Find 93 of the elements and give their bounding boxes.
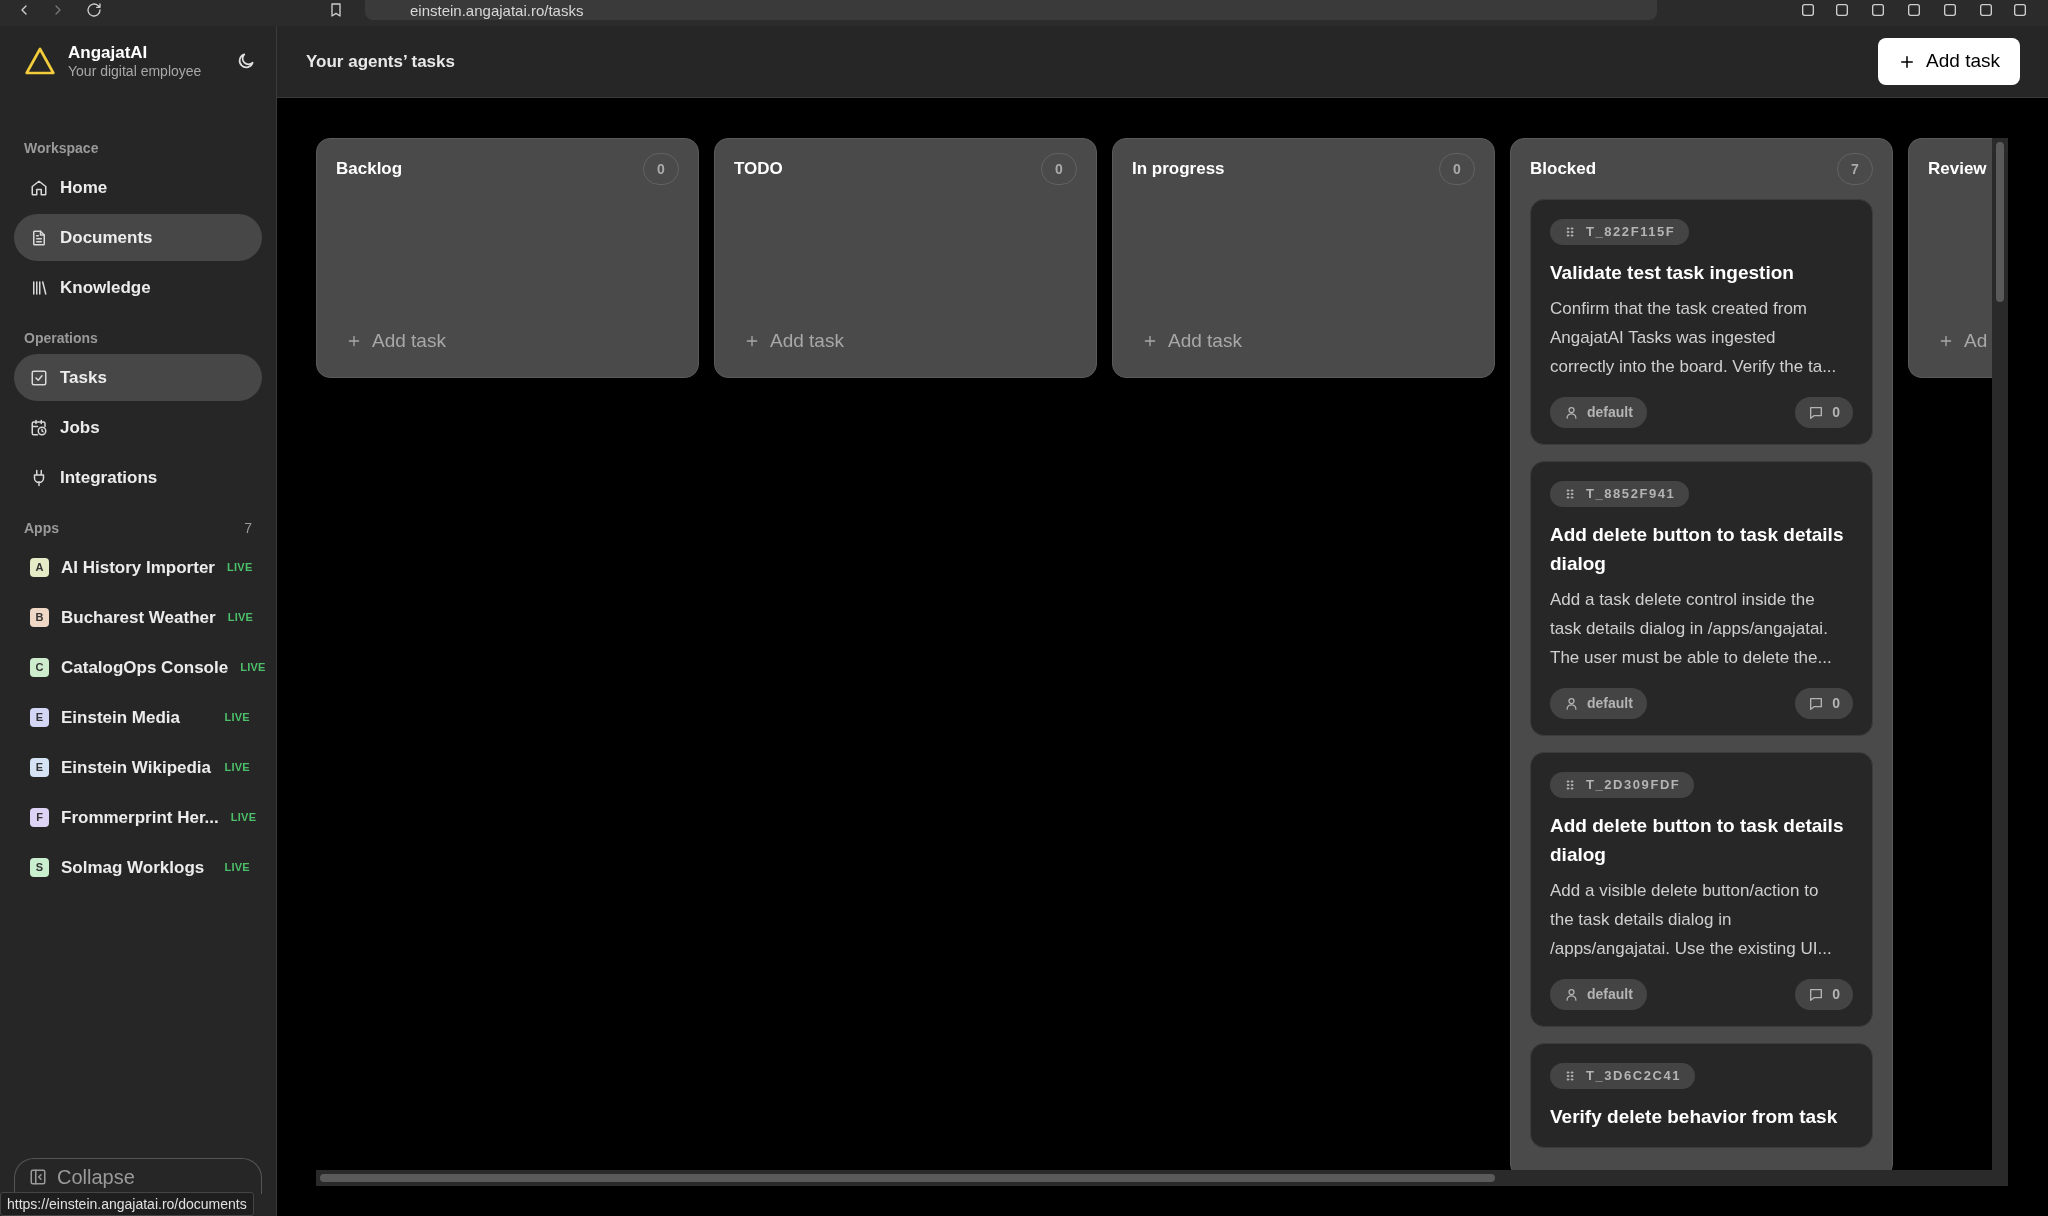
nav-item[interactable]: Tasks	[14, 354, 262, 401]
task-card[interactable]: T_2D309FDF Add delete button to task details dialog Add a visible delete button/action to the task details dialog in /apps/angajatai. Use the existing UI... default 0	[1530, 752, 1873, 1027]
panel-collapse-icon	[29, 1167, 47, 1186]
live-status: LIVE	[224, 760, 250, 776]
live-status: LIVE	[227, 610, 254, 626]
vertical-scrollbar[interactable]	[1992, 138, 2008, 1170]
comment-count: 0	[1795, 397, 1853, 428]
app-letter-badge: E	[30, 758, 49, 777]
moon-icon	[236, 51, 256, 71]
add-task-button[interactable]: Add task	[1878, 38, 2020, 85]
brand-tagline: Your digital employee	[68, 62, 203, 81]
app-item[interactable]: F Frommerprint Her... LIVE	[14, 794, 262, 841]
column-title: In progress	[1132, 158, 1225, 181]
task-id-tag: T_3D6C2C41	[1550, 1063, 1696, 1089]
task-id-tag: T_822F115F	[1550, 219, 1690, 245]
column-title: Backlog	[336, 158, 403, 181]
task-id-tag: T_8852F941	[1550, 481, 1690, 507]
add-task-link[interactable]: Add task	[336, 321, 446, 361]
live-status: LIVE	[224, 860, 250, 876]
task-card[interactable]: T_8852F941 Add delete button to task details dialog Add a task delete control inside the task details dialog in /apps/angajatai. The user must be able to delete the... default 0	[1530, 461, 1873, 736]
app-item[interactable]: A AI History Importer LIVE	[14, 544, 262, 591]
person-icon	[1564, 696, 1579, 711]
app-item[interactable]: E Einstein Wikipedia LIVE	[14, 744, 262, 791]
home-icon	[30, 178, 48, 197]
app-count: 7	[244, 518, 252, 538]
page-title: Your agents’ tasks	[306, 50, 455, 73]
task-description: Confirm that the task created from AngajatAI Tasks was ingested correctly into the board. Verify the ta...	[1550, 298, 1838, 378]
address-bar[interactable]: einstein.angajatai.ro/tasks	[365, 0, 1657, 20]
person-icon	[1564, 987, 1579, 1002]
nav-item[interactable]: Jobs	[14, 404, 262, 451]
library-icon	[30, 278, 48, 297]
plus-icon	[744, 333, 760, 349]
task-title: Add delete button to task details dialog	[1550, 814, 1845, 867]
live-status: LIVE	[230, 810, 257, 826]
column-title: TODO	[734, 158, 783, 181]
live-status: LIVE	[224, 710, 250, 726]
checkbox-icon	[30, 368, 48, 387]
app-letter-badge: S	[30, 858, 49, 877]
app-letter-badge: C	[30, 658, 49, 677]
nav-item[interactable]: Integrations	[14, 454, 262, 501]
drag-handle-icon	[1564, 779, 1576, 791]
column-title: Review	[1928, 158, 1987, 181]
assignee-chip: default	[1550, 979, 1647, 1010]
task-title: Validate test task ingestion	[1550, 261, 1794, 285]
plus-icon	[346, 333, 362, 349]
drag-handle-icon	[1564, 1070, 1576, 1082]
live-status: LIVE	[240, 660, 266, 676]
app-letter-badge: A	[30, 558, 49, 577]
task-title: Add delete button to task details dialog	[1550, 523, 1845, 576]
section-label: Apps	[24, 518, 59, 538]
comment-icon	[1808, 695, 1825, 712]
task-card[interactable]: T_3D6C2C41 Verify delete behavior from task	[1530, 1043, 1873, 1148]
nav-item[interactable]: Documents	[14, 214, 262, 261]
calendar-clock-icon	[30, 418, 48, 437]
assignee-chip: default	[1550, 397, 1647, 428]
assignee-chip: default	[1550, 688, 1647, 719]
comment-count: 0	[1795, 688, 1853, 719]
bookmark-icon	[328, 2, 344, 18]
task-description: Add a visible delete button/action to the task details dialog in /apps/angajatai. Use the existing UI...	[1550, 880, 1833, 960]
add-task-link[interactable]: Add task	[1132, 321, 1242, 361]
reload-icon	[86, 2, 102, 18]
comment-icon	[1808, 404, 1825, 421]
app-letter-badge: E	[30, 708, 49, 727]
app-letter-badge: B	[30, 608, 49, 627]
task-card[interactable]: T_822F115F Validate test task ingestion Confirm that the task created from AngajatAI Tasks was ingested correctly into the board. Verify the ta... default 0	[1530, 199, 1873, 445]
nav-item[interactable]: Home	[14, 164, 262, 211]
app-item[interactable]: S Solmag Worklogs LIVE	[14, 844, 262, 891]
comment-count: 0	[1795, 979, 1853, 1010]
drag-handle-icon	[1564, 226, 1576, 238]
plus-icon	[1938, 333, 1954, 349]
live-status: LIVE	[227, 560, 253, 576]
task-id-tag: T_2D309FDF	[1550, 772, 1695, 798]
app-item[interactable]: E Einstein Media LIVE	[14, 694, 262, 741]
task-title: Verify delete behavior from task	[1550, 1105, 1838, 1129]
triangle-logo-icon	[24, 45, 56, 77]
horizontal-scrollbar[interactable]	[316, 1170, 2008, 1186]
app-item[interactable]: B Bucharest Weather LIVE	[14, 594, 262, 641]
column-title: Blocked	[1530, 158, 1597, 181]
document-icon	[30, 228, 48, 247]
app-letter-badge: F	[30, 808, 49, 827]
drag-handle-icon	[1564, 488, 1576, 500]
add-task-link[interactable]: Add task	[734, 321, 844, 361]
section-label: Workspace	[23, 138, 100, 158]
person-icon	[1564, 405, 1579, 420]
status-url-tooltip: https://einstein.angajatai.ro/documents	[0, 1192, 254, 1216]
nav-item[interactable]: Knowledge	[14, 264, 262, 311]
comment-icon	[1808, 986, 1825, 1003]
section-label: Operations	[23, 328, 99, 348]
task-description: Add a task delete control inside the task details dialog in /apps/angajatai. The user must be able to delete the...	[1550, 589, 1833, 669]
url-text: einstein.angajatai.ro/tasks	[410, 2, 584, 18]
add-task-link[interactable]: Ad	[1928, 321, 1988, 361]
brand-name: AngajatAI	[68, 41, 149, 63]
plus-icon	[1142, 333, 1158, 349]
